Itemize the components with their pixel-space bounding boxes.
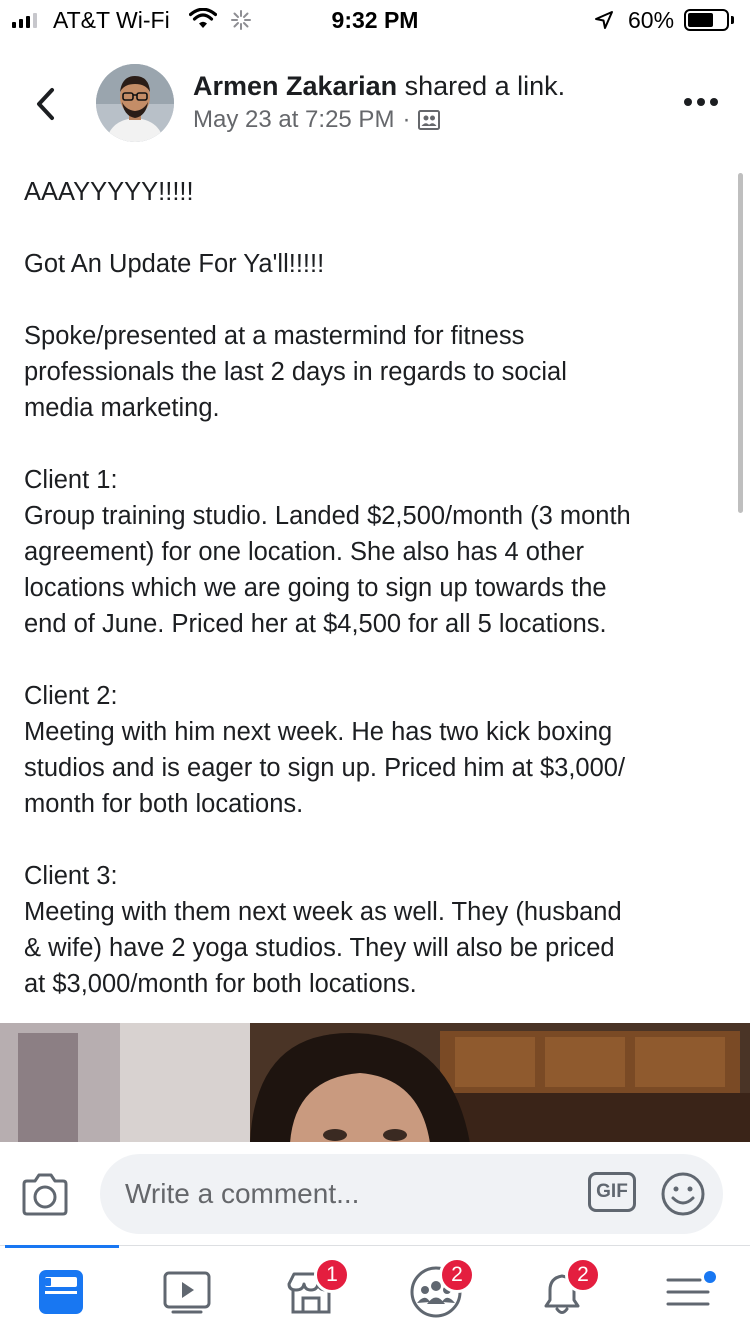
battery-percent: 60%: [628, 7, 675, 33]
marketplace-badge: 1: [314, 1257, 350, 1293]
camera-icon[interactable]: [20, 1172, 70, 1216]
post-paragraph: Spoke/presented at a mastermind for fitn…: [24, 322, 567, 422]
active-tab-indicator: [5, 1245, 119, 1248]
post-paragraph: Client 3: Meeting with them next week as…: [24, 862, 622, 998]
emoji-icon[interactable]: [660, 1171, 706, 1217]
battery-icon: [684, 9, 729, 31]
gif-scene: [0, 1023, 750, 1143]
post-meta: May 23 at 7:25 PM ·: [193, 106, 441, 134]
tab-notifications[interactable]: 2: [534, 1257, 601, 1324]
tab-groups[interactable]: 2: [408, 1257, 475, 1324]
avatar-image: [96, 64, 174, 142]
gif-button[interactable]: GIF: [588, 1172, 636, 1212]
back-button[interactable]: [28, 84, 64, 124]
comment-bar: GIF: [0, 1142, 750, 1245]
post-paragraph: Got An Update For Ya'll!!!!!: [24, 250, 325, 278]
more-dot: [710, 98, 718, 106]
audience-group-icon: [418, 110, 441, 130]
avatar[interactable]: [96, 64, 174, 142]
status-bar: AT&T Wi-Fi 9:32 PM 60%: [0, 0, 750, 40]
post-author-line: Armen Zakarian shared a link.: [193, 71, 565, 102]
location-icon: [595, 11, 613, 29]
scrollbar[interactable]: [738, 173, 743, 513]
post-action: shared a link.: [397, 71, 566, 101]
more-dot: [684, 98, 692, 106]
battery-tip: [731, 16, 734, 24]
video-icon: [163, 1271, 211, 1314]
notifications-badge: 2: [565, 1257, 601, 1293]
tab-watch[interactable]: [159, 1264, 219, 1324]
tab-news-feed[interactable]: [33, 1264, 93, 1324]
tab-menu[interactable]: [660, 1264, 720, 1324]
post-paragraph: Client 1: Group training studio. Landed …: [24, 466, 631, 638]
tab-marketplace[interactable]: 1: [283, 1257, 350, 1324]
tab-bar: 1 2 2: [0, 1245, 750, 1334]
post-gif-image[interactable]: [0, 1023, 750, 1143]
post-paragraph: AAAYYYYY!!!!!: [24, 178, 194, 206]
post-paragraph: Client 2: Meeting with him next week. He…: [24, 682, 626, 818]
post-text: AAAYYYYY!!!!! Got An Update For Ya'll!!!…: [24, 174, 732, 1038]
meta-separator: ·: [402, 106, 411, 133]
more-options-button[interactable]: [684, 98, 718, 106]
post-timestamp[interactable]: May 23 at 7:25 PM: [193, 106, 394, 134]
author-name[interactable]: Armen Zakarian: [193, 71, 397, 101]
menu-icon: [666, 1271, 716, 1306]
more-dot: [697, 98, 705, 106]
groups-badge: 2: [439, 1257, 475, 1293]
news-feed-icon: [39, 1270, 83, 1314]
